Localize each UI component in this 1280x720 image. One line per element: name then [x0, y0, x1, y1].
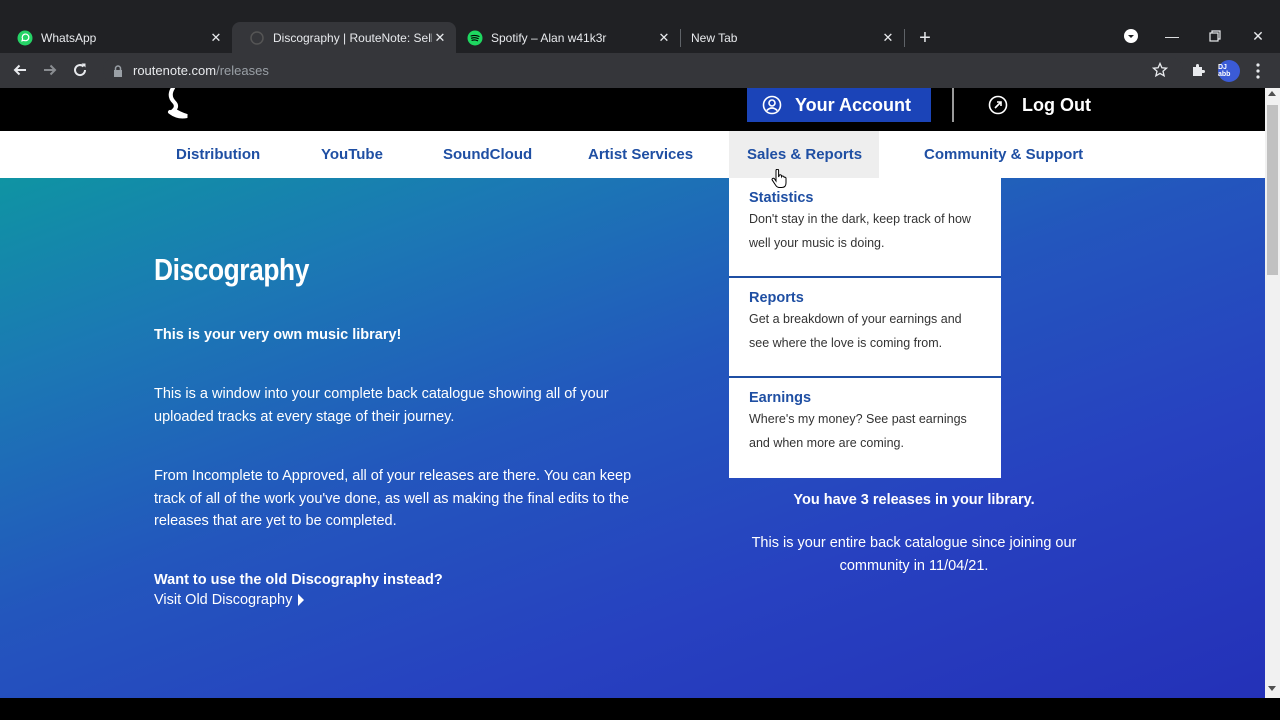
reload-icon[interactable]: [68, 58, 92, 82]
tab-new-tab[interactable]: New Tab ✕: [680, 22, 904, 53]
dropdown-item-reports[interactable]: Reports Get a breakdown of your earnings…: [729, 278, 1001, 378]
url-host: routenote.com: [133, 63, 217, 78]
restore-icon[interactable]: [1202, 24, 1228, 48]
forward-arrow-icon[interactable]: [38, 58, 62, 82]
nav-item-sales-reports[interactable]: Sales & Reports: [729, 131, 879, 178]
description-paragraph-2: From Incomplete to Approved, all of your…: [154, 468, 632, 529]
sales-reports-dropdown: Statistics Don't stay in the dark, keep …: [729, 178, 1001, 478]
page-viewport: Your Account Log Out Distribution YouTub…: [0, 88, 1265, 698]
window-close-icon[interactable]: ✕: [1245, 24, 1271, 48]
scroll-up-arrow-icon[interactable]: [1268, 91, 1276, 96]
scroll-thumb[interactable]: [1267, 105, 1278, 275]
tab-search-icon[interactable]: [1118, 24, 1144, 48]
address-bar[interactable]: routenote.com/releases: [103, 57, 1183, 84]
caret-right-icon: [298, 594, 305, 606]
close-icon[interactable]: ✕: [880, 30, 896, 46]
nav-item-soundcloud[interactable]: SoundCloud: [425, 131, 550, 178]
site-header: Your Account Log Out: [0, 88, 1265, 131]
browser-toolbar: routenote.com/releases DJ abb: [0, 53, 1280, 88]
intro-text: This is your very own music library!: [154, 327, 402, 343]
routenote-logo[interactable]: [160, 88, 192, 122]
browser-tab-strip: WhatsApp ✕ Discography | RouteNote: Sell…: [0, 0, 1280, 53]
old-discography-question: Want to use the old Discography instead?: [154, 572, 443, 588]
close-icon[interactable]: ✕: [208, 30, 224, 46]
your-account-button[interactable]: Your Account: [747, 88, 931, 122]
releases-count: You have 3 releases in your library.: [793, 492, 1035, 508]
minimize-icon[interactable]: —: [1159, 24, 1185, 48]
lock-icon[interactable]: [113, 64, 123, 82]
nav-item-community-support[interactable]: Community & Support: [906, 131, 1101, 178]
scroll-down-arrow-icon[interactable]: [1268, 686, 1276, 691]
page-scrollbar[interactable]: [1265, 88, 1280, 698]
dropdown-item-description: Where's my money? See past earnings and …: [749, 412, 967, 450]
tab-whatsapp[interactable]: WhatsApp ✕: [0, 22, 232, 53]
page-title: Discography: [154, 252, 309, 287]
log-out-button[interactable]: Log Out: [988, 88, 1091, 122]
header-divider: [952, 88, 954, 122]
profile-avatar[interactable]: DJ abb: [1218, 60, 1240, 82]
close-icon[interactable]: ✕: [432, 30, 448, 46]
log-out-label: Log Out: [1022, 94, 1091, 115]
dropdown-item-title: Earnings: [749, 390, 812, 406]
extensions-puzzle-icon[interactable]: [1190, 62, 1206, 83]
tab-title: Discography | RouteNote: Sell Yo: [273, 30, 432, 45]
user-circle-icon: [762, 95, 782, 115]
new-tab-button[interactable]: +: [913, 26, 937, 50]
close-icon[interactable]: ✕: [656, 30, 672, 46]
browser-menu-icon[interactable]: [1250, 61, 1266, 81]
main-navigation: Distribution YouTube SoundCloud Artist S…: [0, 131, 1265, 178]
tab-title: Spotify – Alan w41k3r: [491, 30, 607, 45]
routenote-icon: [249, 30, 265, 46]
dropdown-item-statistics[interactable]: Statistics Don't stay in the dark, keep …: [729, 178, 1001, 278]
releases-since-text: This is your entire back catalogue since…: [751, 535, 1077, 574]
description-paragraph-1: This is a window into your complete back…: [154, 386, 609, 425]
tab-spotify[interactable]: Spotify – Alan w41k3r ✕: [456, 22, 680, 53]
spotify-icon: [467, 30, 483, 46]
url-text: routenote.com/releases: [133, 63, 269, 78]
dropdown-item-earnings[interactable]: Earnings Where's my money? See past earn…: [729, 378, 1001, 478]
tab-discography[interactable]: Discography | RouteNote: Sell Yo ✕: [232, 22, 456, 53]
visit-old-discography-label: Visit Old Discography: [154, 592, 293, 608]
nav-item-artist-services[interactable]: Artist Services: [570, 131, 711, 178]
dropdown-item-description: Don't stay in the dark, keep track of ho…: [749, 212, 971, 250]
nav-item-distribution[interactable]: Distribution: [158, 131, 278, 178]
dropdown-item-description: Get a breakdown of your earnings and see…: [749, 312, 962, 350]
url-path: /releases: [216, 63, 269, 78]
discography-hero: Discography This is your very own music …: [0, 178, 1265, 698]
dropdown-item-title: Reports: [749, 290, 804, 306]
your-account-label: Your Account: [795, 94, 911, 115]
hand-pointer-cursor-icon: [771, 168, 787, 194]
bookmark-star-icon[interactable]: [1151, 61, 1169, 83]
tab-separator: [904, 29, 905, 47]
logout-circle-icon: [988, 95, 1008, 115]
back-arrow-icon[interactable]: [8, 58, 32, 82]
whatsapp-icon: [17, 30, 33, 46]
tab-title: WhatsApp: [41, 30, 97, 45]
tab-title: New Tab: [691, 30, 738, 45]
nav-item-youtube[interactable]: YouTube: [303, 131, 401, 178]
visit-old-discography-link[interactable]: Visit Old Discography: [154, 592, 305, 608]
